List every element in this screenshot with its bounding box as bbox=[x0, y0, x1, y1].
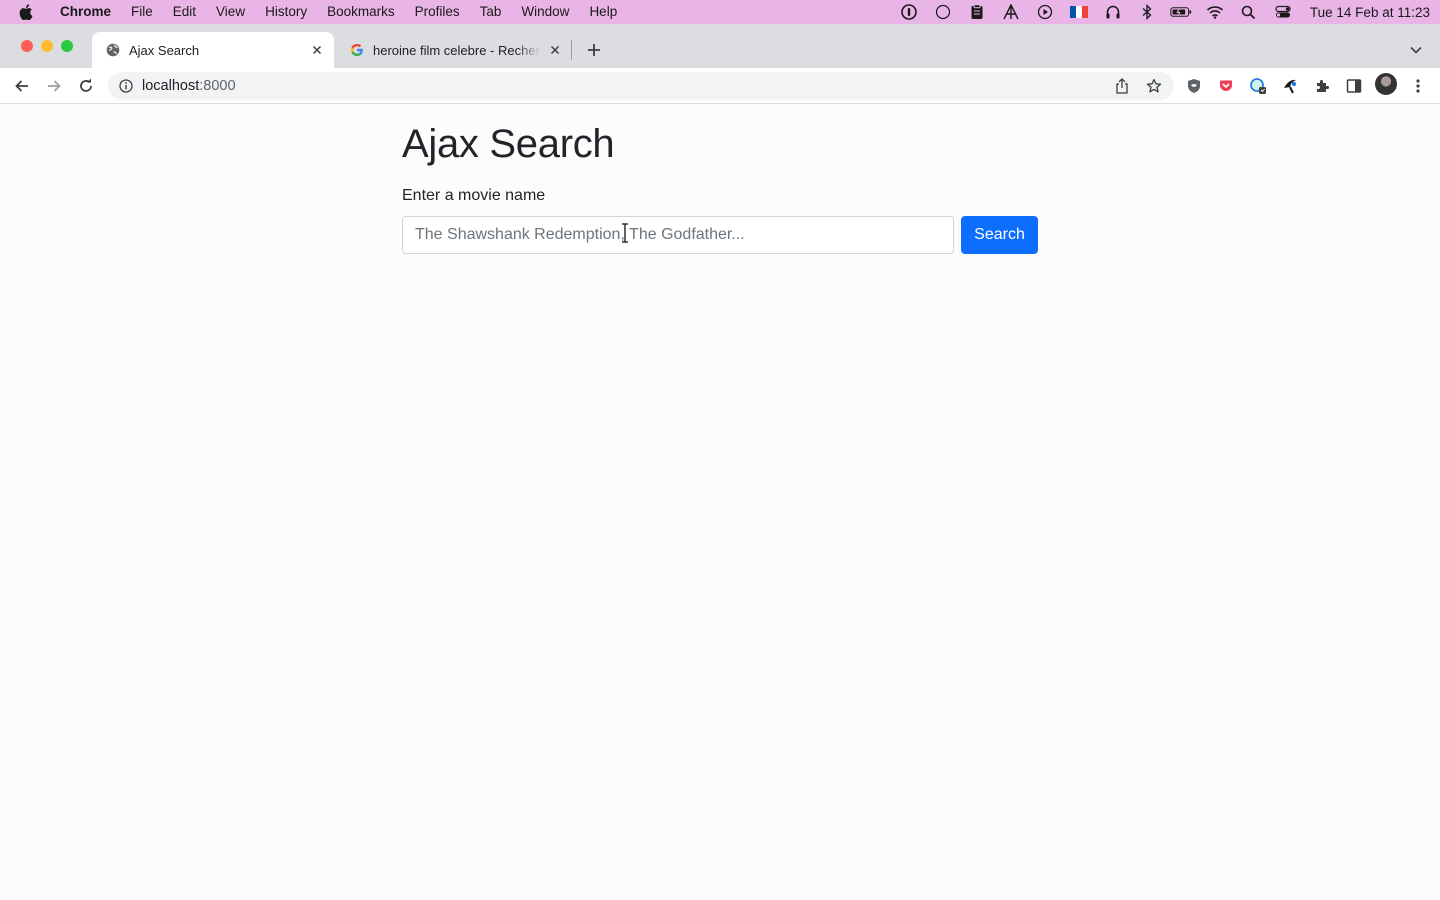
back-arrow-icon[interactable] bbox=[10, 74, 34, 98]
page-viewport: Ajax Search Enter a movie name Search bbox=[0, 104, 1440, 900]
text-cursor-icon bbox=[622, 223, 628, 243]
reload-icon[interactable] bbox=[74, 74, 98, 98]
movie-name-label: Enter a movie name bbox=[402, 187, 546, 204]
macos-menu-bar: Chrome File Edit View History Bookmarks … bbox=[0, 0, 1440, 24]
tab-ajax-search[interactable]: Ajax Search bbox=[92, 32, 334, 68]
menu-view[interactable]: View bbox=[206, 0, 255, 24]
play-icon[interactable] bbox=[1034, 3, 1056, 21]
movie-search-input[interactable] bbox=[402, 216, 954, 254]
1password-icon[interactable] bbox=[898, 3, 920, 21]
wifi-icon[interactable] bbox=[1204, 3, 1226, 21]
browser-tab-strip: Ajax Search heroine film celebre - Reche… bbox=[0, 24, 1440, 68]
side-panel-icon[interactable] bbox=[1342, 74, 1366, 98]
tab-title: heroine film celebre - Recherche Google bbox=[373, 42, 541, 58]
headphones-icon[interactable] bbox=[1102, 3, 1124, 21]
control-center-icon[interactable] bbox=[1272, 3, 1294, 21]
tab-separator bbox=[571, 40, 572, 60]
address-bar[interactable]: localhost:8000 bbox=[108, 72, 1174, 100]
profile-avatar[interactable] bbox=[1375, 73, 1397, 95]
menu-help[interactable]: Help bbox=[579, 0, 627, 24]
browser-toolbar: localhost:8000 bbox=[0, 68, 1440, 104]
menubar-clock[interactable]: Tue 14 Feb at 11:23 bbox=[1310, 5, 1430, 20]
adobe-icon[interactable] bbox=[1000, 3, 1022, 21]
globe-icon bbox=[105, 42, 121, 58]
spotlight-search-icon[interactable] bbox=[1238, 3, 1260, 21]
tab-close-icon[interactable] bbox=[547, 42, 563, 58]
pocket-icon[interactable] bbox=[1214, 74, 1238, 98]
circle-icon[interactable] bbox=[932, 3, 954, 21]
menu-window[interactable]: Window bbox=[511, 0, 579, 24]
bookmark-star-icon[interactable] bbox=[1144, 76, 1164, 96]
menu-app-name[interactable]: Chrome bbox=[50, 0, 121, 24]
search-button[interactable]: Search bbox=[961, 216, 1038, 254]
battery-icon[interactable] bbox=[1170, 3, 1192, 21]
kebab-menu-icon[interactable] bbox=[1406, 74, 1430, 98]
french-flag-icon[interactable] bbox=[1068, 3, 1090, 21]
forward-arrow-icon[interactable] bbox=[42, 74, 66, 98]
grammarly-icon[interactable] bbox=[1246, 74, 1270, 98]
apple-logo-icon[interactable] bbox=[16, 2, 36, 22]
menu-bookmarks[interactable]: Bookmarks bbox=[317, 0, 405, 24]
raindrop-icon[interactable] bbox=[1278, 74, 1302, 98]
tab-close-icon[interactable] bbox=[309, 42, 325, 58]
tab-title: Ajax Search bbox=[129, 42, 200, 58]
menu-profiles[interactable]: Profiles bbox=[405, 0, 470, 24]
clipboard-icon[interactable] bbox=[966, 3, 988, 21]
tab-search-chevron-down-icon[interactable] bbox=[1406, 40, 1426, 60]
menubar-status-area: Tue 14 Feb at 11:23 bbox=[892, 0, 1430, 24]
menu-tab[interactable]: Tab bbox=[470, 0, 512, 24]
share-icon[interactable] bbox=[1112, 76, 1132, 96]
new-tab-plus-icon[interactable] bbox=[584, 40, 604, 60]
tab-google-search[interactable]: heroine film celebre - Recherche Google bbox=[336, 32, 572, 68]
window-maximize-button[interactable] bbox=[61, 40, 73, 52]
menu-history[interactable]: History bbox=[255, 0, 317, 24]
window-minimize-button[interactable] bbox=[41, 40, 53, 52]
privacy-badger-icon[interactable] bbox=[1182, 74, 1206, 98]
page-title: Ajax Search bbox=[402, 122, 615, 166]
site-info-icon[interactable] bbox=[118, 78, 134, 94]
extensions-puzzle-icon[interactable] bbox=[1310, 74, 1334, 98]
bluetooth-icon[interactable] bbox=[1136, 3, 1158, 21]
window-close-button[interactable] bbox=[21, 40, 33, 52]
menu-edit[interactable]: Edit bbox=[163, 0, 206, 24]
google-icon bbox=[349, 42, 365, 58]
menu-file[interactable]: File bbox=[121, 0, 163, 24]
url-port: :8000 bbox=[199, 78, 236, 94]
url-host: localhost bbox=[142, 78, 200, 94]
